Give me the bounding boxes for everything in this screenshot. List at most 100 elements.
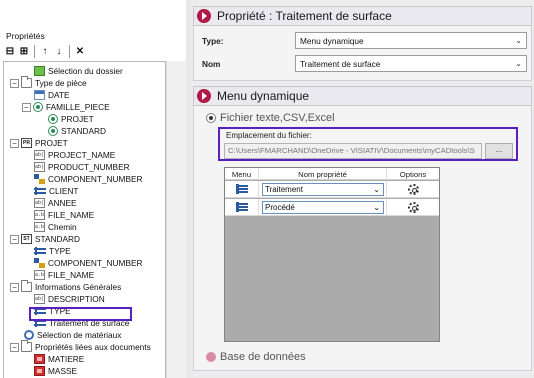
file-location-label: Emplacement du fichier: bbox=[226, 131, 312, 140]
gear-icon[interactable] bbox=[407, 201, 419, 213]
nom-select[interactable]: Traitement de surface ⌄ bbox=[295, 55, 527, 72]
table-row[interactable]: Procédé ⌄ bbox=[225, 199, 439, 216]
tree-item-type[interactable]: TYPE bbox=[34, 245, 71, 257]
radio-list-icon bbox=[33, 102, 43, 112]
chevron-down-icon: ⌄ bbox=[515, 59, 522, 68]
menu-list-icon[interactable] bbox=[235, 184, 248, 194]
tree-item-infos-generales[interactable]: − Informations Générales bbox=[10, 280, 121, 293]
vertical-scrollbar[interactable] bbox=[166, 61, 186, 378]
chevron-down-icon: ⌄ bbox=[515, 36, 522, 45]
file-path-field[interactable]: C:\Users\FMARCHAND\OneDrive - VISIATIV\D… bbox=[224, 143, 482, 159]
type-select[interactable]: Menu dynamique ⌄ bbox=[295, 32, 527, 49]
tree-item-selection-materiaux[interactable]: Sélection de matériaux bbox=[24, 329, 121, 341]
property-editor: Propriété : Traitement de surface Type: … bbox=[191, 0, 534, 378]
chevron-down-icon: ⌄ bbox=[373, 184, 380, 194]
col-menu: Menu bbox=[225, 168, 259, 180]
tree-item-description[interactable]: ab| DESCRIPTION bbox=[34, 293, 105, 305]
tree-item-component-number-2[interactable]: COMPONENT_NUMBER bbox=[34, 257, 143, 269]
cube-icon bbox=[34, 366, 45, 376]
tree-item-projet-option[interactable]: PROJET bbox=[48, 113, 94, 125]
property-select[interactable]: Traitement ⌄ bbox=[262, 182, 384, 196]
tree-item-component-number[interactable]: COMPONENT_NUMBER bbox=[34, 173, 143, 185]
property-header[interactable]: Propriété : Traitement de surface bbox=[193, 6, 532, 26]
text-field-icon: ab| bbox=[34, 294, 45, 304]
move-down-icon[interactable]: ↓ bbox=[52, 44, 66, 58]
toolbar-separator bbox=[69, 44, 70, 58]
list-icon bbox=[34, 246, 46, 256]
calendar-icon bbox=[34, 90, 45, 100]
collapse-icon[interactable]: − bbox=[10, 282, 19, 292]
tree-item-product-number[interactable]: ab| PRODUCT_NUMBER bbox=[34, 161, 130, 173]
browse-button[interactable]: ... bbox=[485, 143, 513, 159]
project-icon: ST bbox=[21, 234, 32, 244]
tree-item-matiere[interactable]: MATIERE bbox=[34, 353, 84, 365]
cube-icon bbox=[34, 354, 45, 364]
text-field-icon: a.b bbox=[34, 222, 45, 232]
collapse-all-icon[interactable]: ⊟ bbox=[3, 44, 17, 58]
menu-header[interactable]: Menu dynamique bbox=[193, 86, 532, 106]
tree-item-standard-option[interactable]: STANDARD bbox=[48, 125, 106, 137]
folder-icon bbox=[21, 76, 32, 88]
delete-icon[interactable]: ✕ bbox=[73, 44, 87, 58]
folder-select-icon bbox=[34, 66, 45, 76]
gear-icon[interactable] bbox=[407, 183, 419, 195]
tree-toolbar: ⊟ ⊞ ↑ ↓ ✕ bbox=[3, 43, 87, 59]
type-label: Type: bbox=[202, 36, 224, 46]
tree-item-date[interactable]: DATE bbox=[34, 89, 70, 101]
collapse-icon[interactable]: − bbox=[22, 102, 31, 112]
collapse-icon[interactable]: − bbox=[10, 138, 19, 148]
tree-item-project-name[interactable]: ab| PROJECT_NAME bbox=[34, 149, 115, 161]
source-file-option[interactable]: Fichier texte,CSV,Excel bbox=[206, 112, 335, 124]
project-icon: PR bbox=[21, 138, 32, 148]
col-options: Options bbox=[399, 169, 427, 179]
property-tree[interactable]: Sélection du dossier − Type de pièce DAT… bbox=[3, 61, 166, 378]
folder-icon bbox=[21, 280, 32, 292]
chevron-down-icon: ⌄ bbox=[373, 202, 380, 212]
move-up-icon[interactable]: ↑ bbox=[38, 44, 52, 58]
properties-panel: Propriétés ⊟ ⊞ ↑ ↓ ✕ Sélection du dossie… bbox=[0, 0, 186, 378]
text-field-icon: ab| bbox=[34, 162, 45, 172]
section-toggle-icon[interactable] bbox=[197, 89, 211, 103]
list-icon bbox=[34, 186, 46, 196]
type-row: Type: bbox=[202, 36, 224, 46]
grid-header: Menu Nom propriété Options bbox=[225, 168, 439, 180]
component-icon bbox=[34, 258, 45, 268]
menu-grid[interactable]: Menu Nom propriété Options Traitement ⌄ … bbox=[224, 167, 440, 342]
property-select[interactable]: Procédé ⌄ bbox=[262, 200, 384, 214]
collapse-icon[interactable]: − bbox=[10, 234, 19, 244]
radio-selected-icon[interactable] bbox=[206, 113, 216, 123]
collapse-icon[interactable]: − bbox=[10, 78, 19, 88]
tree-item-type-piece[interactable]: − Type de pièce bbox=[10, 76, 87, 89]
tree-item-selection-dossier[interactable]: Sélection du dossier bbox=[34, 65, 123, 77]
text-field-icon: ab| bbox=[34, 150, 45, 160]
tree-item-chemin[interactable]: a.b Chemin bbox=[34, 221, 77, 233]
tree-item-file-name-2[interactable]: a.b FILE_NAME bbox=[34, 269, 94, 281]
tree-item-proprietes-documents[interactable]: − Propriétés liées aux documents bbox=[10, 340, 151, 353]
selected-item-highlight bbox=[29, 307, 132, 321]
table-row[interactable]: Traitement ⌄ bbox=[225, 181, 439, 198]
component-icon bbox=[34, 174, 45, 184]
section-toggle-icon[interactable] bbox=[197, 9, 211, 23]
folder-icon bbox=[21, 340, 32, 352]
nom-label: Nom bbox=[202, 59, 221, 69]
nom-row: Nom bbox=[202, 59, 220, 69]
tree-item-masse[interactable]: MASSE bbox=[34, 365, 77, 377]
source-database-option[interactable]: Base de données bbox=[206, 351, 306, 363]
radio-option-icon bbox=[48, 126, 58, 136]
tree-item-projet[interactable]: − PR PROJET bbox=[10, 137, 68, 149]
tree-item-standard[interactable]: − ST STANDARD bbox=[10, 233, 80, 245]
menu-title: Menu dynamique bbox=[217, 89, 310, 103]
tree-item-client[interactable]: CLIENT bbox=[34, 185, 79, 197]
expand-all-icon[interactable]: ⊞ bbox=[17, 44, 31, 58]
tree-item-annee[interactable]: ab| ANNEE bbox=[34, 197, 77, 209]
text-field-icon: a.b bbox=[34, 210, 45, 220]
menu-list-icon[interactable] bbox=[235, 202, 248, 212]
radio-unselected-icon[interactable] bbox=[206, 352, 216, 362]
material-icon bbox=[24, 330, 34, 340]
toolbar-separator bbox=[34, 44, 35, 58]
property-section: Type: Menu dynamique ⌄ Nom Traitement de… bbox=[193, 26, 532, 81]
tree-item-file-name[interactable]: a.b FILE_NAME bbox=[34, 209, 94, 221]
text-field-icon: a.b bbox=[34, 270, 45, 280]
collapse-icon[interactable]: − bbox=[10, 342, 19, 352]
tree-item-famille-piece[interactable]: − FAMILLE_PIECE bbox=[22, 101, 110, 113]
